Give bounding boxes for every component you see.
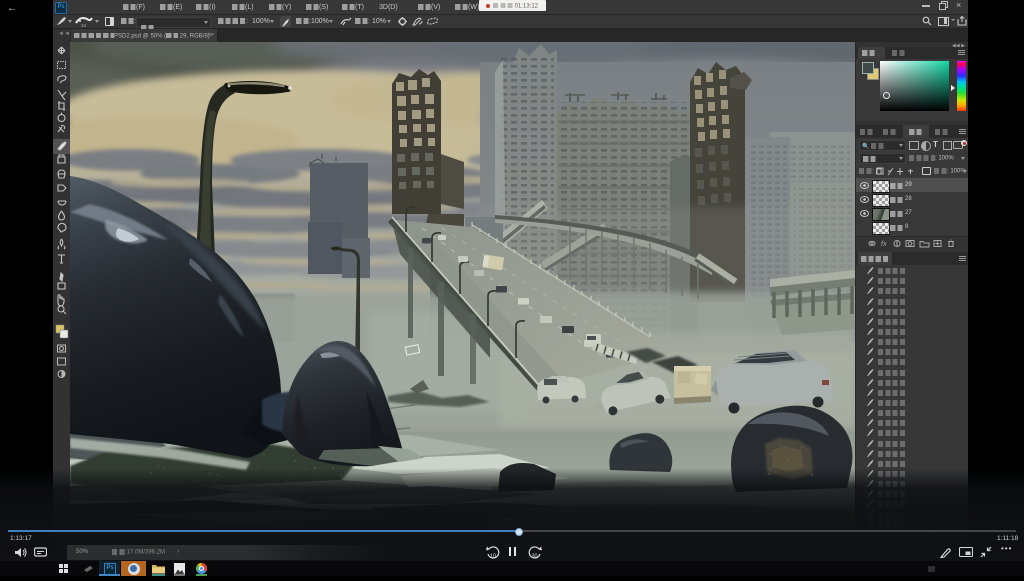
svg-text:10: 10: [490, 554, 496, 560]
svg-text:34: 34: [81, 23, 87, 28]
svg-text:fx: fx: [881, 241, 887, 248]
svg-text:30: 30: [532, 554, 538, 560]
